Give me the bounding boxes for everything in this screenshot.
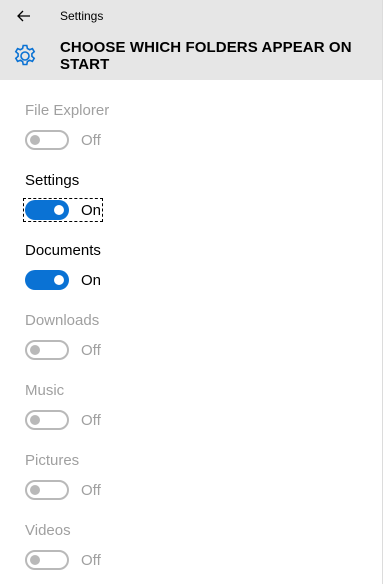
toggle-row: On xyxy=(25,270,101,290)
folder-label: Music xyxy=(25,382,65,399)
toggle-knob xyxy=(54,275,64,285)
folder-item: Downloads Off xyxy=(0,290,382,360)
folder-list: File Explorer Off Settings On Documents On Dow… xyxy=(0,80,382,570)
page-header: CHOOSE WHICH FOLDERS APPEAR ON START xyxy=(0,32,382,80)
folder-item: File Explorer Off xyxy=(0,80,382,150)
folder-label: File Explorer xyxy=(25,102,110,119)
folder-label: Videos xyxy=(25,522,71,539)
toggle-knob xyxy=(30,135,40,145)
toggle-switch xyxy=(25,550,69,570)
page-title: CHOOSE WHICH FOLDERS APPEAR ON START xyxy=(60,39,352,73)
folder-item: Settings On xyxy=(0,150,382,222)
toggle-knob xyxy=(30,555,40,565)
toggle-switch xyxy=(25,410,69,430)
back-button[interactable] xyxy=(0,0,48,32)
settings-window: Settings CHOOSE WHICH FOLDERS APPEAR ON … xyxy=(0,0,383,584)
toggle-switch xyxy=(25,480,69,500)
toggle-switch xyxy=(25,340,69,360)
toggle-row: On xyxy=(22,198,104,222)
toggle-state-label: Off xyxy=(81,411,101,429)
toggle-state-label: On xyxy=(81,201,102,219)
toggle-row: Off xyxy=(25,550,101,570)
toggle-switch[interactable] xyxy=(25,200,69,220)
gear-icon xyxy=(12,43,38,69)
toggle-row: Off xyxy=(25,480,101,500)
toggle-switch[interactable] xyxy=(25,270,69,290)
toggle-state-label: On xyxy=(81,271,102,289)
folder-label: Pictures xyxy=(25,452,80,469)
toggle-row: Off xyxy=(25,410,101,430)
toggle-knob xyxy=(30,485,40,495)
folder-item: Videos Off xyxy=(0,500,382,570)
toggle-row: Off xyxy=(25,340,101,360)
folder-label: Documents xyxy=(25,242,101,259)
folder-label: Downloads xyxy=(25,312,100,329)
back-arrow-icon xyxy=(17,10,30,22)
folder-item: Pictures Off xyxy=(0,430,382,500)
app-title: Settings xyxy=(60,9,104,23)
toggle-knob xyxy=(30,415,40,425)
toggle-state-label: Off xyxy=(81,131,101,149)
folder-item: Documents On xyxy=(0,220,382,290)
toggle-state-label: Off xyxy=(81,551,101,569)
toggle-switch xyxy=(25,130,69,150)
toggle-state-label: Off xyxy=(81,341,101,359)
toggle-row: Off xyxy=(25,130,101,150)
folder-label: Settings xyxy=(25,172,80,189)
toggle-state-label: Off xyxy=(81,481,101,499)
title-bar: Settings xyxy=(0,0,382,32)
toggle-knob xyxy=(54,205,64,215)
toggle-knob xyxy=(30,345,40,355)
folder-item: Music Off xyxy=(0,360,382,430)
